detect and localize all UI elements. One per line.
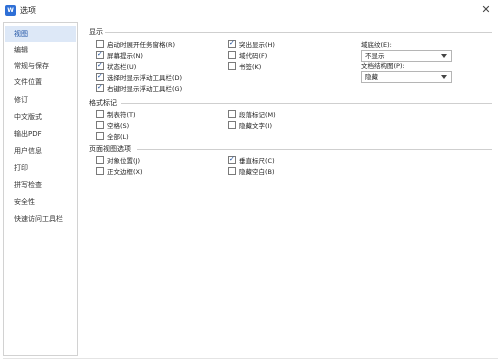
- title-bar: W 选项 ✕: [0, 0, 501, 22]
- checkbox-hide-whitespace[interactable]: 隐藏空白(B): [228, 167, 275, 177]
- sidebar-item-quick-access[interactable]: 快速访问工具栏: [5, 211, 76, 227]
- checkbox-object-anchors[interactable]: 对象位置(J): [96, 156, 140, 166]
- close-icon[interactable]: ✕: [479, 3, 493, 17]
- sidebar-item-view[interactable]: 视图: [5, 26, 76, 42]
- doc-map-value: 隐藏: [365, 73, 378, 81]
- checkbox-float-toolbar-select[interactable]: 选择时显示浮动工具栏(D): [96, 72, 183, 83]
- checkbox-screen-tips[interactable]: 屏幕提示(N): [96, 50, 143, 61]
- checkbox-label: 域代码(F): [239, 52, 268, 60]
- checkbox-label: 屏幕提示(N): [107, 52, 143, 60]
- display-section-title: 显示: [89, 28, 103, 36]
- section-divider: [121, 103, 492, 104]
- sidebar-item-print[interactable]: 打印: [5, 160, 76, 176]
- checkbox-label: 段落标记(M): [239, 111, 276, 119]
- doc-map-label: 文档结构图(P):: [361, 62, 405, 70]
- checkbox-box[interactable]: [96, 72, 104, 81]
- checkbox-label: 状态栏(U): [107, 63, 137, 71]
- sidebar-item-security[interactable]: 安全性: [5, 194, 76, 210]
- sidebar-item-revision[interactable]: 修订: [5, 92, 76, 108]
- checkbox-label: 空格(S): [107, 122, 130, 130]
- page-view-section-title: 页面视图选项: [89, 145, 131, 153]
- checkbox-label: 对象位置(J): [107, 157, 140, 165]
- checkbox-label: 启动时展开任务窗格(R): [107, 41, 176, 49]
- checkbox-box[interactable]: [96, 156, 104, 164]
- checkbox-field-codes[interactable]: 域代码(F): [228, 51, 267, 61]
- sidebar-item-file-location[interactable]: 文件位置: [5, 74, 76, 90]
- checkbox-box[interactable]: [228, 51, 236, 59]
- checkbox-label: 隐藏文字(I): [239, 122, 272, 130]
- checkbox-highlight[interactable]: 突出显示(H): [228, 39, 275, 50]
- sidebar-item-general-save[interactable]: 常规与保存: [5, 58, 76, 74]
- checkbox-label: 书签(K): [239, 63, 262, 71]
- sidebar-item-spell-check[interactable]: 拼写检查: [5, 177, 76, 193]
- footer-divider: [3, 358, 498, 359]
- checkbox-label: 制表符(T): [107, 111, 136, 119]
- checkbox-all-marks[interactable]: 全部(L): [96, 132, 129, 142]
- checkbox-label: 正文边框(X): [107, 168, 143, 176]
- checkbox-box[interactable]: [96, 61, 104, 70]
- checkbox-label: 选择时显示浮动工具栏(D): [107, 74, 183, 82]
- checkbox-box[interactable]: [228, 155, 236, 164]
- checkbox-float-toolbar-rightclick[interactable]: 右键时显示浮动工具栏(G): [96, 83, 183, 94]
- checkbox-bookmarks[interactable]: 书签(K): [228, 62, 261, 72]
- chevron-down-icon: [441, 75, 447, 79]
- sidebar: 视图 编辑 常规与保存 文件位置 修订 中文版式 输出PDF 用户信息 打印 拼…: [3, 22, 78, 356]
- app-logo-icon: W: [5, 5, 16, 16]
- checkbox-label: 隐藏空白(B): [239, 168, 275, 176]
- checkbox-hidden-text[interactable]: 隐藏文字(I): [228, 121, 272, 131]
- sidebar-item-export-pdf[interactable]: 输出PDF: [5, 126, 76, 142]
- checkbox-label: 突出显示(H): [239, 41, 275, 49]
- checkbox-vertical-ruler[interactable]: 垂直标尺(C): [228, 155, 275, 166]
- checkbox-label: 垂直标尺(C): [239, 157, 275, 165]
- doc-map-select[interactable]: 隐藏: [361, 71, 452, 83]
- section-divider: [105, 32, 492, 33]
- field-shading-value: 不显示: [365, 52, 385, 60]
- checkbox-box[interactable]: [228, 167, 236, 175]
- checkbox-status-bar[interactable]: 状态栏(U): [96, 61, 137, 72]
- checkbox-box[interactable]: [228, 39, 236, 48]
- checkbox-expand-task-pane[interactable]: 启动时展开任务窗格(R): [96, 40, 175, 50]
- section-divider: [137, 149, 492, 150]
- checkbox-box[interactable]: [228, 110, 236, 118]
- checkbox-box[interactable]: [96, 110, 104, 118]
- options-panel: 显示 启动时展开任务窗格(R) 屏幕提示(N) 状态栏(U) 选择时显示浮动工具…: [85, 24, 495, 294]
- checkbox-box[interactable]: [96, 132, 104, 140]
- checkbox-box[interactable]: [96, 167, 104, 175]
- sidebar-item-user-info[interactable]: 用户信息: [5, 143, 76, 159]
- checkbox-box[interactable]: [96, 121, 104, 129]
- sidebar-item-chinese-layout[interactable]: 中文版式: [5, 109, 76, 125]
- window-title: 选项: [20, 6, 36, 15]
- sidebar-item-edit[interactable]: 编辑: [5, 42, 76, 58]
- checkbox-box[interactable]: [228, 121, 236, 129]
- checkbox-box[interactable]: [96, 50, 104, 59]
- checkbox-label: 全部(L): [107, 133, 129, 141]
- format-marks-section-title: 格式标记: [89, 99, 117, 107]
- checkbox-tab-chars[interactable]: 制表符(T): [96, 110, 136, 120]
- checkbox-box[interactable]: [96, 83, 104, 92]
- checkbox-box[interactable]: [96, 40, 104, 48]
- checkbox-spaces[interactable]: 空格(S): [96, 121, 129, 131]
- checkbox-paragraph-marks[interactable]: 段落标记(M): [228, 110, 276, 120]
- field-shading-label: 域底纹(E):: [361, 41, 392, 49]
- checkbox-box[interactable]: [228, 62, 236, 70]
- chevron-down-icon: [441, 54, 447, 58]
- checkbox-text-boundaries[interactable]: 正文边框(X): [96, 167, 143, 177]
- checkbox-label: 右键时显示浮动工具栏(G): [107, 85, 183, 93]
